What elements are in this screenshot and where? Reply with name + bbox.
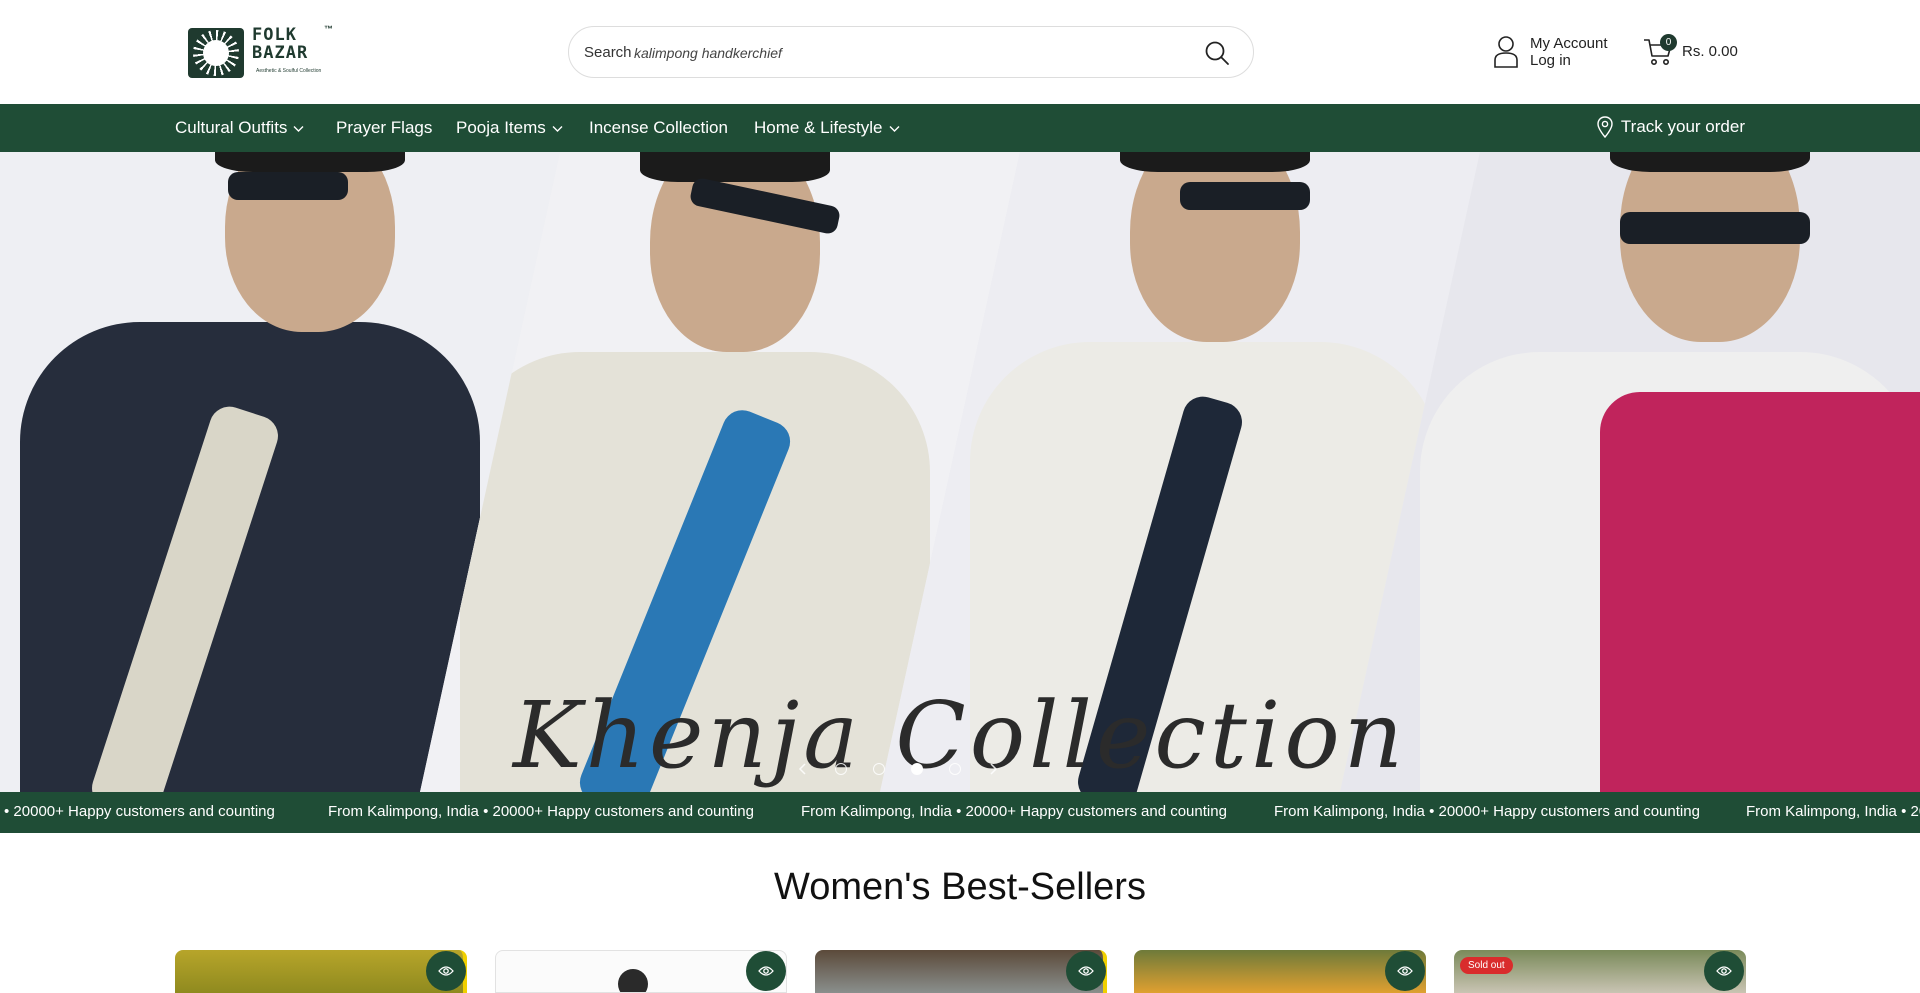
- slide-dot[interactable]: [949, 763, 961, 775]
- logo-wordmark: FOLK BAZAR: [252, 25, 309, 63]
- quick-view-button[interactable]: [1385, 951, 1425, 991]
- search-bar[interactable]: Search: [568, 26, 1254, 78]
- slide-dot-active[interactable]: [911, 763, 923, 775]
- chevron-right-icon[interactable]: [987, 763, 999, 775]
- quick-view-button[interactable]: [426, 951, 466, 991]
- track-order-link[interactable]: Track your order: [1597, 116, 1745, 138]
- slide-dot[interactable]: [835, 763, 847, 775]
- slide-dot[interactable]: [873, 763, 885, 775]
- hero-slideshow[interactable]: Khenja Collection: [0, 152, 1920, 792]
- slideshow-controls: [797, 763, 999, 775]
- user-icon: [1494, 36, 1518, 68]
- search-input[interactable]: [634, 40, 1154, 66]
- my-account-link[interactable]: My Account Log in: [1492, 34, 1632, 72]
- eye-icon: [758, 966, 774, 976]
- eye-icon: [1397, 966, 1413, 976]
- login-link[interactable]: Log in: [1530, 52, 1571, 69]
- cart-total: Rs. 0.00: [1682, 43, 1738, 60]
- nav-pooja-items[interactable]: Pooja Items: [456, 118, 563, 138]
- search-label: Search: [584, 44, 632, 61]
- chevron-down-icon: [552, 125, 563, 132]
- folk-bazar-logo[interactable]: FOLK BAZAR ™ Aesthetic & Soulful Collect…: [188, 24, 338, 80]
- chevron-down-icon: [889, 125, 899, 132]
- eye-icon: [1716, 966, 1732, 976]
- ticker-item: From Kalimpong, India • 20000+ Happy cus…: [1274, 803, 1700, 820]
- chevron-down-icon: [293, 125, 304, 132]
- ticker-item: • 20000+ Happy customers and counting: [4, 803, 275, 820]
- logo-tagline: Aesthetic & Soulful Collection: [256, 68, 322, 74]
- sun-logo-icon: [188, 28, 244, 78]
- nav-home-lifestyle[interactable]: Home & Lifestyle: [754, 118, 900, 138]
- cart-count-badge: 0: [1660, 34, 1677, 51]
- sold-out-badge: Sold out: [1460, 957, 1513, 974]
- ticker-item: From Kalimpong, India • 20000+ Happy cus…: [328, 803, 754, 820]
- product-card[interactable]: [1134, 950, 1426, 993]
- nav-prayer-flags[interactable]: Prayer Flags: [336, 118, 432, 138]
- product-card[interactable]: [495, 950, 787, 993]
- quick-view-button[interactable]: [746, 951, 786, 991]
- eye-icon: [1078, 966, 1094, 976]
- announcement-ticker: • 20000+ Happy customers and counting Fr…: [0, 792, 1920, 833]
- main-navigation: Cultural Outfits Prayer Flags Pooja Item…: [0, 104, 1920, 152]
- ticker-item: From Kalimpong, India • 20000+ Happy cus…: [801, 803, 1227, 820]
- product-card[interactable]: [175, 950, 467, 993]
- search-icon[interactable]: [1203, 39, 1231, 67]
- quick-view-button[interactable]: [1066, 951, 1106, 991]
- quick-view-button[interactable]: [1704, 951, 1744, 991]
- section-title: Women's Best-Sellers: [774, 866, 1146, 908]
- cart-button[interactable]: 0 Rs. 0.00: [1642, 32, 1752, 70]
- location-pin-icon: [1597, 116, 1613, 138]
- site-header: FOLK BAZAR ™ Aesthetic & Soulful Collect…: [0, 0, 1920, 104]
- account-title: My Account: [1530, 35, 1608, 52]
- chevron-left-icon[interactable]: [797, 763, 809, 775]
- eye-icon: [438, 966, 454, 976]
- nav-cultural-outfits[interactable]: Cultural Outfits: [175, 118, 304, 138]
- product-card[interactable]: [815, 950, 1107, 993]
- nav-incense-collection[interactable]: Incense Collection: [589, 118, 728, 138]
- ticker-item: From Kalimpong, India • 20: [1746, 803, 1920, 820]
- trademark-symbol: ™: [324, 24, 333, 34]
